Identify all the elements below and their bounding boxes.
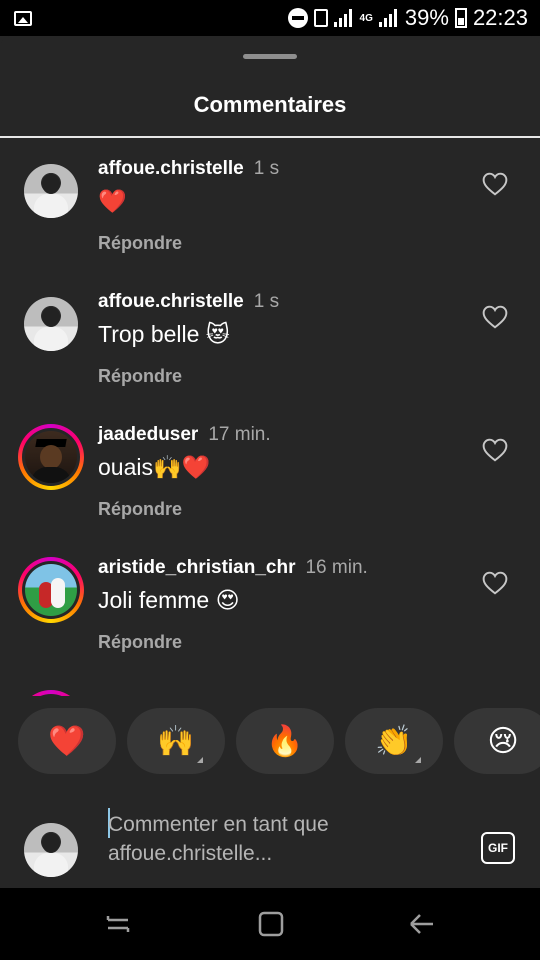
- signal-icon-2: [378, 9, 399, 27]
- comment-meta: jaadeduser 17 min.: [98, 424, 271, 446]
- comment-text: ouais🙌❤️: [98, 454, 211, 480]
- reply-button[interactable]: Répondre: [98, 233, 182, 254]
- heart-icon[interactable]: [482, 438, 508, 462]
- skin-tone-indicator: [415, 757, 421, 763]
- comment-meta: aristide_christian_chr 16 min.: [98, 557, 368, 579]
- avatar-photo: [24, 164, 78, 218]
- heart-icon[interactable]: [482, 172, 508, 196]
- reaction-crying-button[interactable]: 😢: [454, 708, 540, 774]
- comment-text: ❤️: [98, 188, 127, 214]
- recent-apps-icon[interactable]: [104, 910, 132, 938]
- avatar[interactable]: [24, 164, 78, 218]
- avatar-photo: [25, 564, 77, 616]
- home-icon[interactable]: [257, 910, 285, 938]
- sim-card-icon: [313, 9, 328, 27]
- reaction-fire-button[interactable]: 🔥: [236, 708, 334, 774]
- skin-tone-indicator: [197, 757, 203, 763]
- avatar-story-ring[interactable]: [18, 690, 84, 696]
- status-bar: 4G 39% 22:23: [0, 0, 540, 36]
- reaction-heart-button[interactable]: ❤️: [18, 708, 116, 774]
- comment-item: affoue.christelle 1 s ❤️ Répondre: [0, 140, 540, 273]
- reaction-clap-button[interactable]: 👏: [345, 708, 443, 774]
- comment-composer: Commenter en tant que affoue.christelle.…: [0, 790, 540, 888]
- comment-text: Trop belle 😻: [98, 321, 230, 347]
- gif-button[interactable]: GIF: [481, 832, 515, 864]
- comment-username[interactable]: affoue.christelle: [98, 291, 244, 312]
- reaction-raised-hands-button[interactable]: 🙌: [127, 708, 225, 774]
- comment-list[interactable]: affoue.christelle 1 s ❤️ Répondre affoue.…: [0, 140, 540, 696]
- raised-hands-emoji-icon: 🙌: [157, 724, 195, 758]
- current-user-avatar: [24, 823, 78, 877]
- avatar-story-ring[interactable]: [18, 557, 84, 623]
- signal-icon: [333, 9, 354, 27]
- comment-item: jaadeduser 17 min. ouais🙌❤️ Répondre: [0, 406, 540, 539]
- avatar-photo: [24, 297, 78, 351]
- comment-meta: affoue.christelle 1 s: [98, 158, 279, 180]
- avatar-photo: [25, 431, 77, 483]
- avatar[interactable]: [24, 297, 78, 351]
- heart-icon[interactable]: [482, 305, 508, 329]
- system-nav-bar: [0, 888, 540, 960]
- avatar-photo: [24, 823, 78, 877]
- avatar-story-ring[interactable]: [18, 424, 84, 490]
- back-icon[interactable]: [407, 910, 435, 938]
- comment-username[interactable]: aristide_christian_chr: [98, 557, 295, 578]
- reply-button[interactable]: Répondre: [98, 366, 182, 387]
- comment-username[interactable]: jaadeduser: [98, 424, 198, 445]
- clock: 22:23: [472, 5, 528, 30]
- heart-icon[interactable]: [482, 571, 508, 595]
- reply-button[interactable]: Répondre: [98, 499, 182, 520]
- comment-item-partial: [0, 672, 540, 696]
- image-notification-icon: [14, 10, 32, 26]
- sheet-title: Commentaires: [193, 92, 347, 117]
- do-not-disturb-icon: [287, 8, 308, 28]
- crying-face-emoji-icon: 😢: [487, 724, 519, 758]
- comment-text: Joli femme 😍: [98, 587, 240, 613]
- network-type-label: 4G: [359, 12, 373, 24]
- comment-time: 16 min.: [305, 557, 368, 578]
- comment-username[interactable]: affoue.christelle: [98, 158, 244, 179]
- quick-reaction-bar: ❤️ 🙌 🔥 👏 😢: [0, 708, 540, 776]
- comment-item: affoue.christelle 1 s Trop belle 😻 Répond…: [0, 273, 540, 406]
- heart-emoji-icon: ❤️: [48, 724, 86, 758]
- comment-time: 1 s: [253, 291, 280, 312]
- clapping-hands-emoji-icon: 👏: [375, 724, 413, 758]
- battery-percent: 39%: [404, 5, 449, 30]
- reply-button[interactable]: Répondre: [98, 632, 182, 653]
- comment-input[interactable]: Commenter en tant que affoue.christelle.…: [108, 810, 448, 868]
- battery-icon: [454, 8, 467, 28]
- header-divider: [0, 136, 540, 138]
- comment-item: aristide_christian_chr 16 min. Joli femme…: [0, 539, 540, 672]
- drag-handle[interactable]: [243, 54, 297, 59]
- comment-time: 17 min.: [208, 424, 271, 445]
- comment-meta: affoue.christelle 1 s: [98, 291, 279, 313]
- fire-emoji-icon: 🔥: [266, 724, 304, 758]
- comment-time: 1 s: [253, 158, 280, 179]
